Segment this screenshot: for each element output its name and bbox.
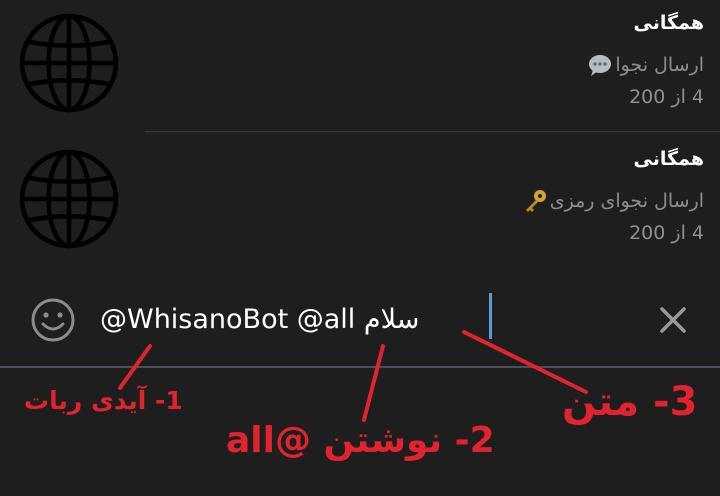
divider <box>145 131 720 132</box>
annotation-bot-id: 1- آیدی ربات <box>24 386 183 415</box>
result-subtitle-text: ارسال نجوا <box>615 54 704 76</box>
input-underline <box>0 366 720 368</box>
globe-icon <box>19 149 119 249</box>
result-subtitle: ارسال نجوا <box>587 52 704 78</box>
result-subtitle-text: ارسال نجوای رمزی <box>549 190 704 212</box>
close-icon[interactable] <box>656 303 690 337</box>
annotation-text: 3- متن <box>562 379 698 425</box>
emoji-icon[interactable] <box>30 297 76 343</box>
text-caret <box>489 293 492 339</box>
result-count: 4 از 200 <box>629 222 704 244</box>
globe-icon <box>19 13 119 113</box>
annotation-write-all: 2- نوشتن @all <box>226 420 495 461</box>
result-subtitle: ارسال نجوای رمزی <box>522 188 704 214</box>
message-input[interactable]: @WhisanoBot @all سلام <box>100 300 419 340</box>
key-icon <box>525 190 546 212</box>
result-title: همگانی <box>633 148 704 170</box>
speech-bubble-icon <box>589 55 612 76</box>
input-message-text: سلام <box>363 304 420 335</box>
result-title: همگانی <box>633 12 704 34</box>
inline-result-secret-whisper[interactable]: همگانی ارسال نجوای رمزی 4 از 200 <box>0 136 720 269</box>
result-count: 4 از 200 <box>629 86 704 108</box>
input-query-text: @WhisanoBot @all <box>100 304 364 335</box>
inline-result-whisper[interactable]: همگانی ارسال نجوا 4 از 200 <box>0 0 720 133</box>
